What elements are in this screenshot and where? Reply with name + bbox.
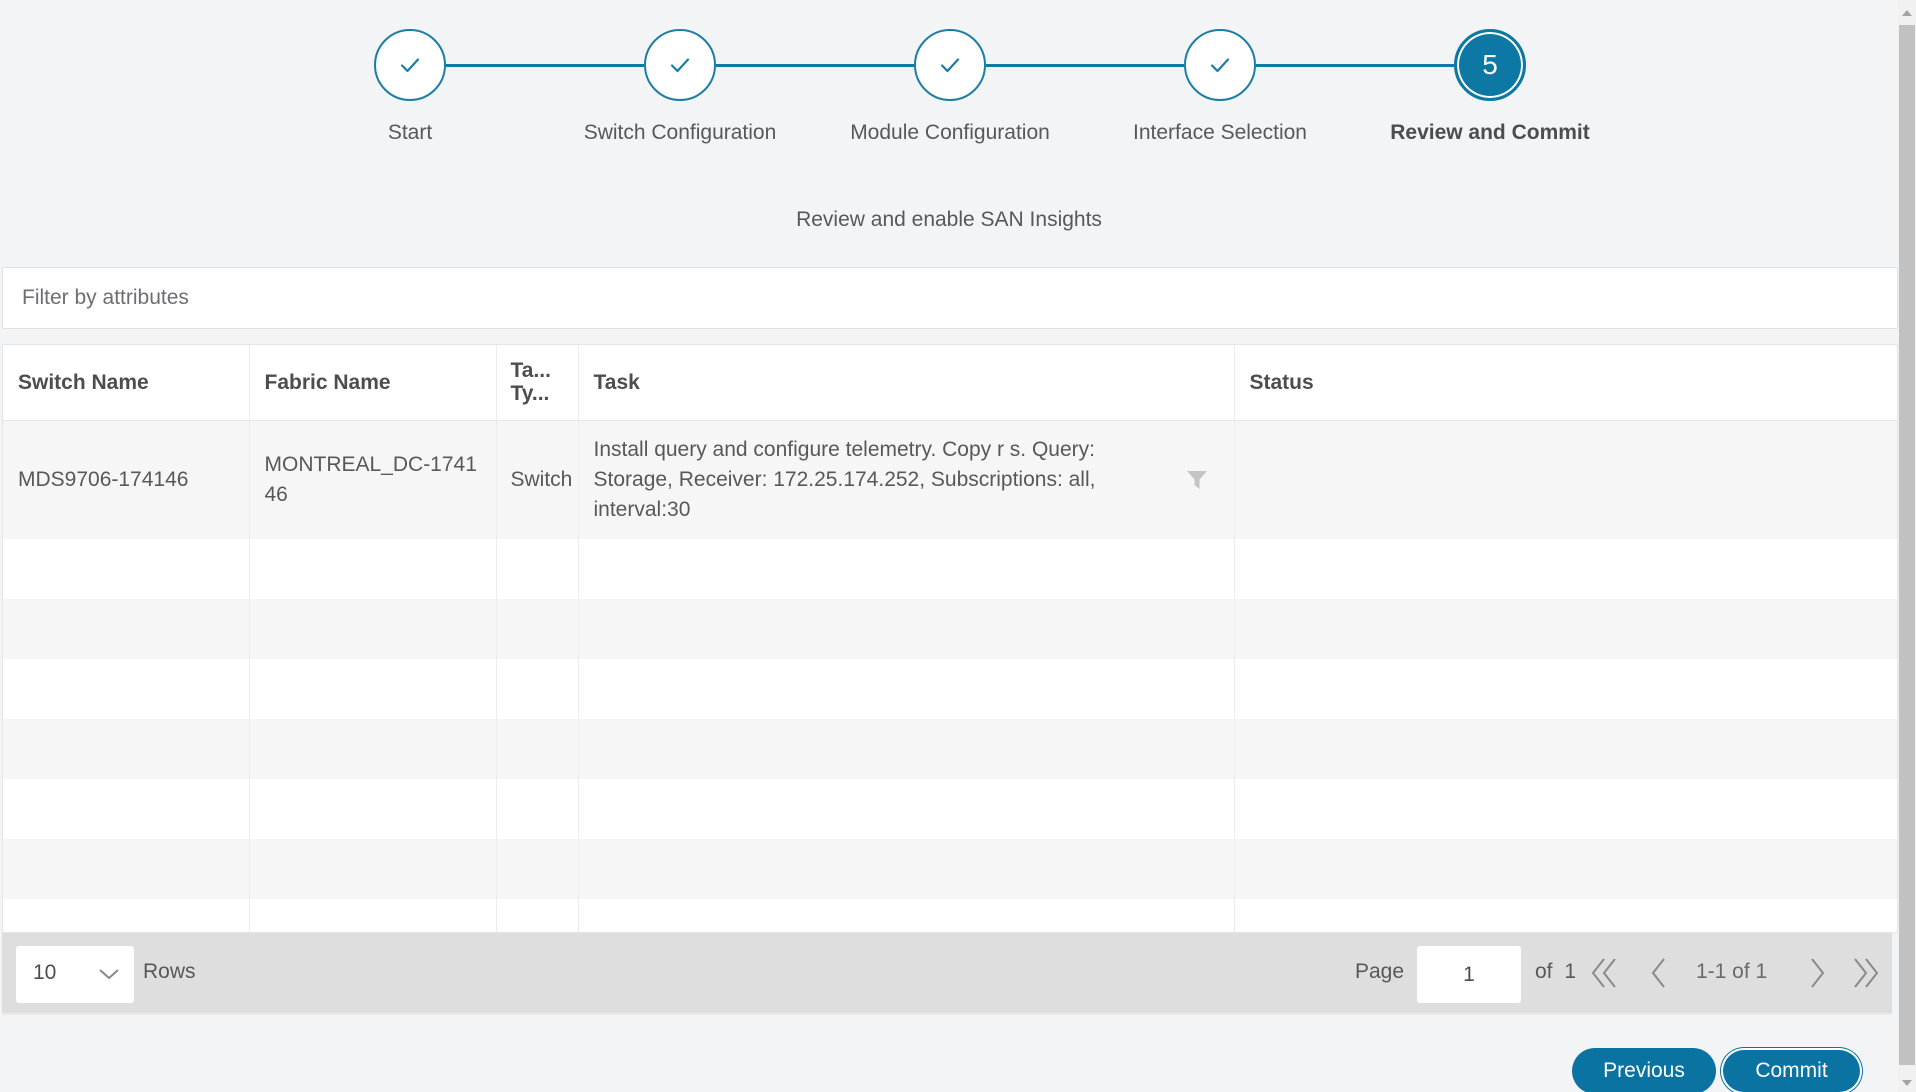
empty-table-row [3,839,1897,899]
step-circle [914,29,986,101]
column-header-fabric-name[interactable]: Fabric Name [249,345,497,421]
cell-task-type: Switch [496,420,579,539]
first-page-button[interactable] [1590,955,1620,991]
step-label: Switch Configuration [583,121,777,144]
step-circle [644,29,716,101]
scroll-up-arrow-icon[interactable] [1902,10,1912,16]
page-number-input[interactable] [1417,946,1521,1003]
step-label: Review and Commit [1390,121,1590,144]
step-number: 5 [1482,49,1498,80]
check-icon [1210,58,1230,73]
double-chevron-right-icon [1854,958,1879,988]
rows-per-page-value: 10 [33,961,57,984]
chevron-left-icon [1651,958,1665,988]
empty-table-row [3,659,1897,719]
vertical-scrollbar[interactable] [1898,0,1916,1092]
chevron-down-icon [99,969,119,980]
column-header-switch-name[interactable]: Switch Name [3,345,250,421]
wizard-step-start[interactable]: Start [270,29,550,145]
empty-table-row [3,599,1897,659]
filter-icon[interactable] [1186,469,1208,491]
last-page-button[interactable] [1850,955,1880,991]
step-label: Start [387,121,433,144]
review-table: Switch Name Fabric Name Ta... Ty... Task… [2,344,1898,933]
wizard-step-review-and-commit[interactable]: 5 Review and Commit [1350,29,1630,145]
next-page-button[interactable] [1802,955,1832,991]
pagination-bar: 10 Rows Page of 1 1-1 of 1 [2,933,1892,1015]
double-chevron-left-icon [1591,958,1616,988]
cell-switch-name: MDS9706-174146 [3,420,250,539]
scrollbar-thumb[interactable] [1899,25,1915,1065]
step-label: Interface Selection [1133,121,1307,144]
empty-table-row [3,899,1897,932]
check-icon [940,58,960,73]
rows-per-page-select[interactable]: 10 [16,946,134,1003]
check-icon [670,58,690,73]
step-circle [374,29,446,101]
empty-table-row [3,719,1897,779]
step-circle-active: 5 [1454,29,1526,101]
check-icon [400,58,420,73]
commit-button[interactable]: Commit [1721,1048,1862,1092]
range-label: 1-1 of 1 [1696,960,1768,983]
wizard-stepper: Start Switch Configuration Module Config… [0,0,1896,160]
column-header-task[interactable]: Task [578,345,1235,421]
filter-bar [2,267,1898,329]
previous-page-button[interactable] [1644,955,1674,991]
step-circle [1184,29,1256,101]
total-pages-label: of 1 [1535,960,1577,983]
page-label: Page [1355,960,1405,983]
page-subtitle: Review and enable SAN Insights [796,208,1102,231]
rows-label: Rows [143,960,196,983]
empty-table-row [3,539,1897,599]
column-header-task-type[interactable]: Ta... Ty... [496,345,579,421]
wizard-step-interface-selection[interactable]: Interface Selection [1080,29,1360,145]
step-label: Module Configuration [850,121,1050,144]
wizard-step-module-configuration[interactable]: Module Configuration [810,29,1090,145]
cell-task: Install query and configure telemetry. C… [578,420,1235,539]
empty-table-row [3,779,1897,839]
filter-input[interactable] [3,268,1897,328]
cell-fabric-name: MONTREAL_DC-174146 [249,420,497,539]
table-header-row: Switch Name Fabric Name Ta... Ty... Task… [3,345,1897,421]
cell-status [1234,420,1897,539]
task-text: Install query and configure telemetry. C… [593,437,1096,521]
previous-button[interactable]: Previous [1572,1048,1716,1092]
wizard-step-switch-configuration[interactable]: Switch Configuration [540,29,820,145]
column-header-status[interactable]: Status [1234,345,1897,421]
table-row[interactable]: MDS9706-174146 MONTREAL_DC-174146 Switch… [3,420,1897,539]
chevron-right-icon [1811,958,1825,988]
scroll-down-arrow-icon[interactable] [1902,1080,1912,1086]
